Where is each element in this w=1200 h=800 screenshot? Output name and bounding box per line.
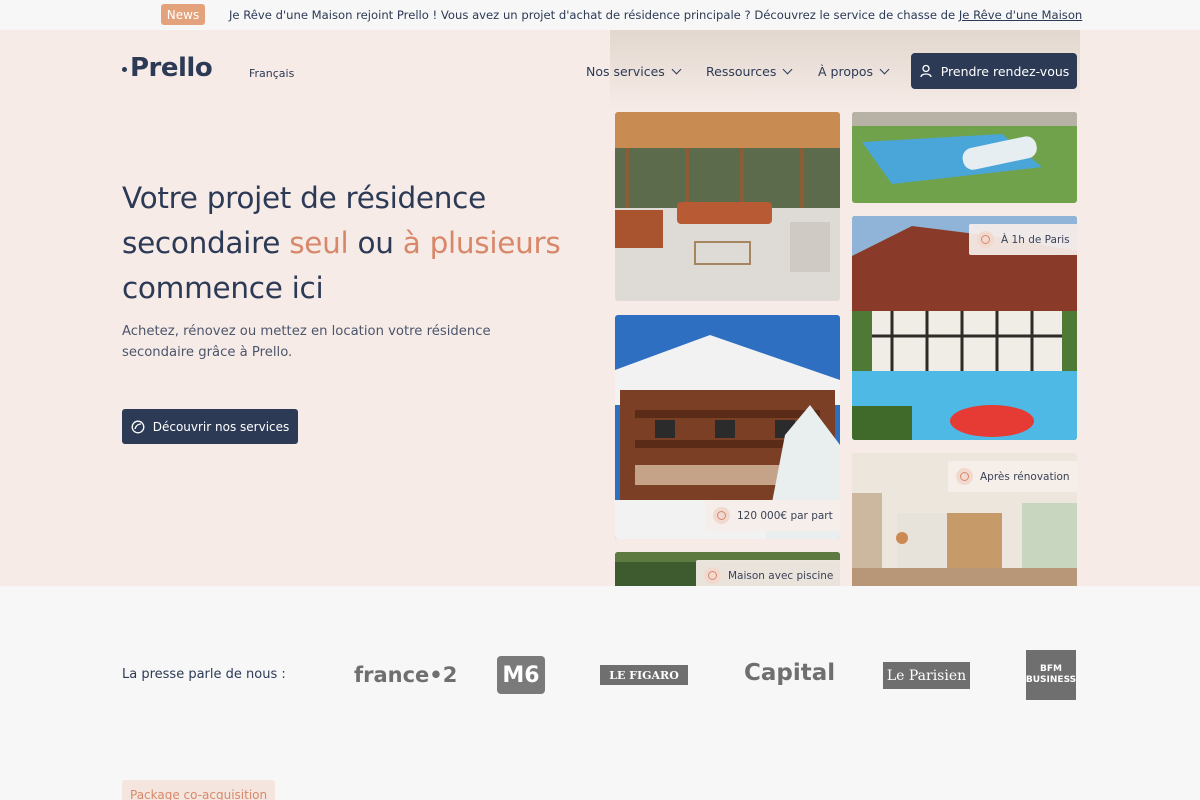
hero-subtitle: Achetez, rénovez ou mettez en location v… (122, 324, 491, 360)
hero-title: Votre projet de résidence secondaire seu… (122, 176, 592, 311)
leaf-icon (131, 420, 145, 433)
hero-title-accent1: seul (289, 226, 349, 260)
discover-services-label: Découvrir nos services (152, 419, 290, 434)
paris-tag-label: À 1h de Paris (1001, 233, 1070, 246)
pool-tag-label: Maison avec piscine (728, 569, 834, 582)
capital-logo: Capital (744, 660, 836, 686)
nav-resources-label: Ressources (706, 64, 777, 79)
hero-title-part3: commence ici (122, 271, 324, 305)
logo-dot-icon (122, 66, 127, 72)
book-appointment-button[interactable]: Prendre rendez-vous (911, 53, 1077, 89)
nav-about-label: À propos (818, 64, 874, 79)
hero-section: 120 000€ par part Maison avec piscine À … (0, 30, 1200, 586)
package-co-acquisition-tag: Package co-acquisition (122, 780, 276, 800)
hero-title-part2: ou (348, 226, 403, 260)
language-selector[interactable]: Français (249, 67, 294, 80)
user-icon (920, 64, 932, 78)
m6-logo: M6 (497, 656, 545, 694)
sun-icon (704, 567, 721, 584)
paris-tag: À 1h de Paris (969, 224, 1077, 255)
france2-logo: france•2 (354, 663, 458, 687)
renovation-tag: Après rénovation (948, 461, 1077, 492)
chevron-down-icon (671, 64, 682, 75)
normandy-house-photo: À 1h de Paris (852, 216, 1077, 440)
press-label: La presse parle de nous : (122, 667, 286, 682)
news-banner: News Je Rêve d'une Maison rejoint Prello… (0, 0, 1200, 30)
nav-item-services[interactable]: Nos services (586, 64, 682, 79)
discover-services-button[interactable]: Découvrir nos services (122, 409, 298, 444)
pool-tag: Maison avec piscine (696, 560, 840, 586)
hero-title-accent2: à plusieurs (402, 226, 561, 260)
pool-garden-photo (852, 112, 1077, 203)
nav-item-about[interactable]: À propos (818, 64, 890, 79)
logo-text: Prello (130, 53, 213, 83)
news-badge: News (161, 4, 205, 25)
price-tag: 120 000€ par part (705, 500, 840, 531)
price-tag-label: 120 000€ par part (737, 509, 833, 522)
leparisien-logo: Le Parisien (883, 662, 970, 689)
living-room-photo (615, 112, 840, 301)
chalet-photo: 120 000€ par part (615, 315, 840, 539)
lefigaro-logo: LE FIGARO (600, 665, 688, 685)
chevron-down-icon (782, 64, 793, 75)
clock-icon (977, 231, 994, 248)
bfm-business-logo: BFM BUSINESS (1026, 650, 1076, 700)
pie-chart-icon (713, 507, 730, 524)
renovation-tag-label: Après rénovation (980, 470, 1070, 483)
wrench-icon (956, 468, 973, 485)
nav-item-resources[interactable]: Ressources (706, 64, 793, 79)
prello-logo[interactable]: Prello (122, 53, 213, 83)
news-message: Je Rêve d'une Maison rejoint Prello ! Vo… (229, 8, 959, 22)
pool-house-photo: Maison avec piscine (615, 552, 840, 586)
renovated-interior-photo: Après rénovation (852, 453, 1077, 586)
chevron-down-icon (879, 64, 890, 75)
nav-services-label: Nos services (586, 64, 665, 79)
news-text: Je Rêve d'une Maison rejoint Prello ! Vo… (229, 8, 1082, 22)
news-link[interactable]: Je Rêve d'une Maison (959, 8, 1082, 22)
book-appointment-label: Prendre rendez-vous (940, 63, 1070, 79)
